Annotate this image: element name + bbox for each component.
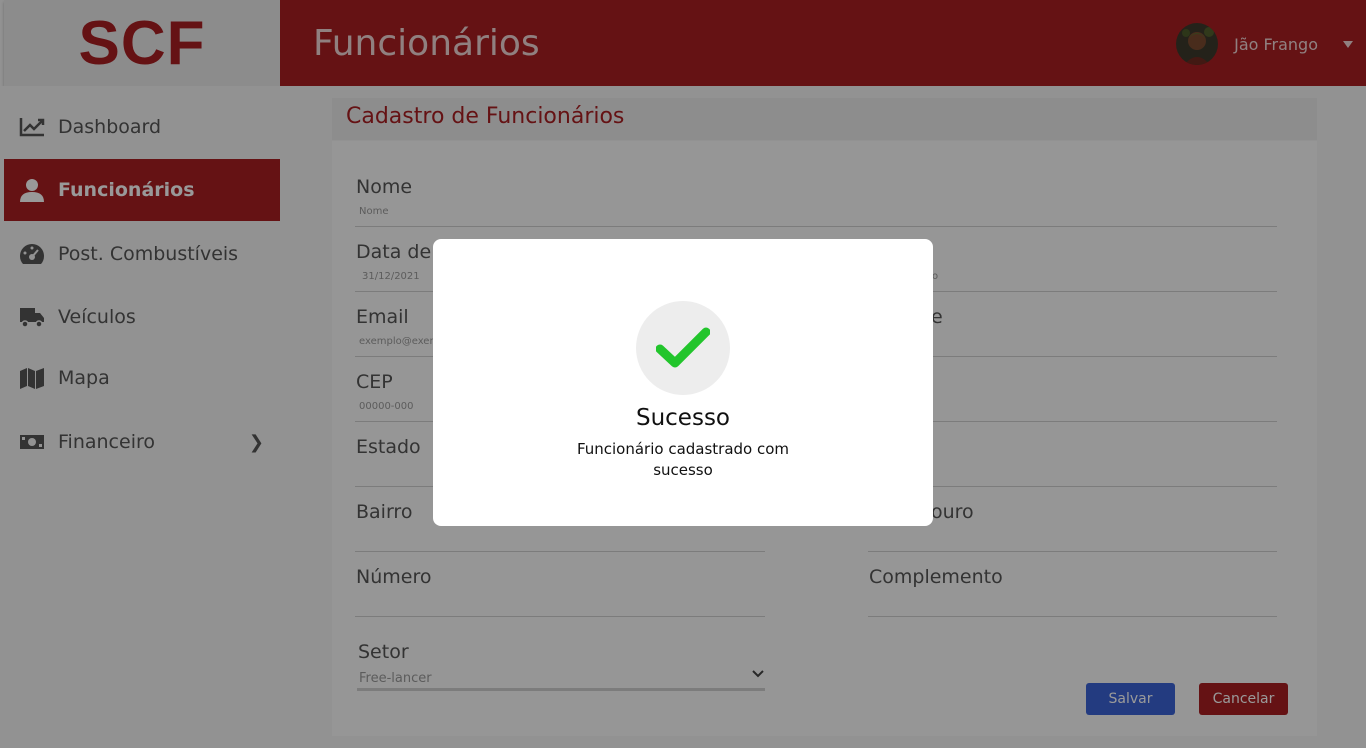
check-icon	[656, 327, 710, 368]
success-icon-circle	[636, 301, 730, 395]
success-modal: Sucesso Funcionário cadastrado com suces…	[433, 239, 933, 526]
modal-title: Sucesso	[635, 405, 730, 431]
modal-message: Funcionário cadastrado com sucesso	[576, 440, 790, 479]
